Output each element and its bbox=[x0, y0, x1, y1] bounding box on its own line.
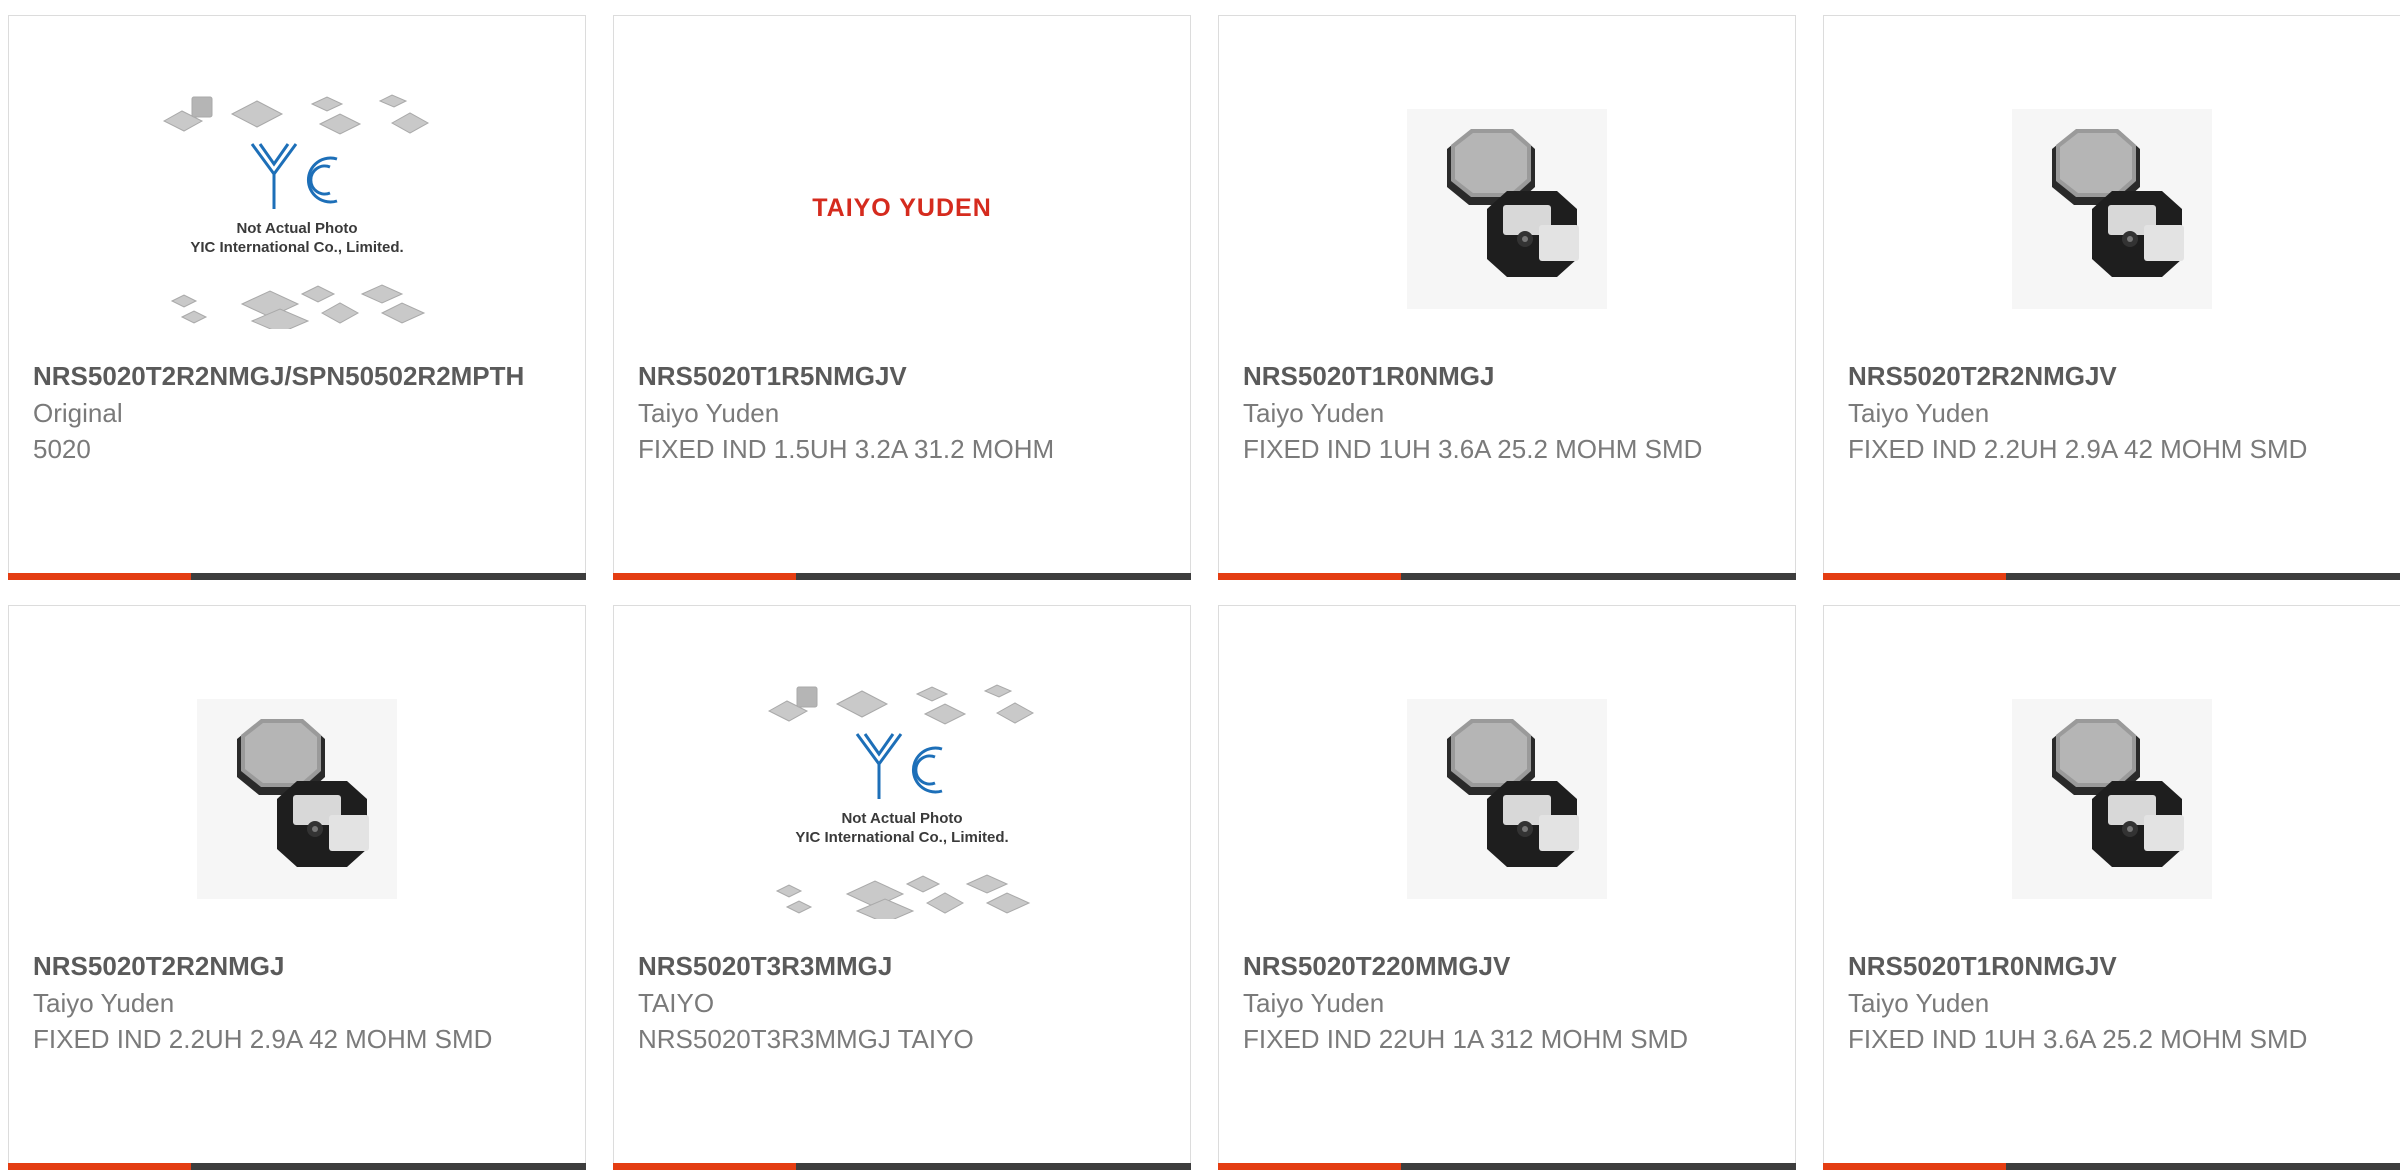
placeholder-line1: Not Actual Photo bbox=[236, 219, 358, 237]
brand-logo: TAIYO YUDEN bbox=[812, 194, 992, 222]
product-image[interactable] bbox=[1977, 61, 2247, 356]
product-info: NRS5020T220MMGJV Taiyo Yuden FIXED IND 22U… bbox=[1243, 947, 1785, 1057]
description: FIXED IND 1.5UH 3.2A 31.2 MOHM bbox=[638, 434, 1055, 464]
product-info: NRS5020T1R0NMGJV Taiyo Yuden FIXED IND 1UH… bbox=[1848, 947, 2390, 1057]
product-image[interactable] bbox=[1977, 651, 2247, 946]
product-info: NRS5020T3R3MMGJ TAIYO NRS5020T3R3MMGJ TAIY… bbox=[638, 947, 1180, 1057]
product-info: NRS5020T1R0NMGJ Taiyo Yuden FIXED IND 1UH … bbox=[1243, 357, 1785, 467]
inductor-photo-icon bbox=[2012, 698, 2212, 899]
manufacturer: Original bbox=[33, 398, 123, 428]
product-info: NRS5020T1R5NMGJV Taiyo Yuden FIXED IND 1.5… bbox=[638, 357, 1180, 467]
product-info: NRS5020T2R2NMGJ/SPN50502R2MPTH Original 50… bbox=[33, 357, 575, 467]
description: FIXED IND 1UH 3.6A 25.2 MOHM SMD bbox=[1848, 1024, 2308, 1054]
description: FIXED IND 22UH 1A 312 MOHM SMD bbox=[1243, 1024, 1688, 1054]
card-accent-bar bbox=[1823, 573, 2400, 580]
component-collage-icon bbox=[162, 93, 430, 329]
placeholder-line2: YIC International Co., Limited. bbox=[190, 238, 404, 256]
part-number[interactable]: NRS5020T2R2NMGJV bbox=[1848, 357, 2390, 395]
part-number[interactable]: NRS5020T1R0NMGJV bbox=[1848, 947, 2390, 985]
part-number[interactable]: NRS5020T2R2NMGJ/SPN50502R2MPTH bbox=[33, 357, 575, 395]
product-image[interactable]: TAIYO YUDEN bbox=[767, 61, 1037, 356]
description: 5020 bbox=[33, 434, 91, 464]
product-image[interactable]: Not Actual Photo YIC International Co., … bbox=[162, 61, 432, 356]
card-accent-segment bbox=[1218, 573, 1401, 580]
manufacturer: TAIYO bbox=[638, 988, 715, 1018]
not-actual-photo-placeholder: Not Actual Photo YIC International Co., … bbox=[162, 89, 432, 329]
inductor-photo-icon bbox=[1407, 698, 1607, 899]
product-card[interactable]: Not Actual Photo YIC International Co., … bbox=[8, 15, 586, 580]
not-actual-photo-placeholder: Not Actual Photo YIC International Co., … bbox=[767, 679, 1037, 919]
manufacturer: Taiyo Yuden bbox=[1243, 398, 1385, 428]
product-info: NRS5020T2R2NMGJ Taiyo Yuden FIXED IND 2.2U… bbox=[33, 947, 575, 1057]
manufacturer: Taiyo Yuden bbox=[33, 988, 175, 1018]
manufacturer: Taiyo Yuden bbox=[1848, 988, 1990, 1018]
product-image[interactable] bbox=[1372, 651, 1642, 946]
description: FIXED IND 2.2UH 2.9A 42 MOHM SMD bbox=[33, 1024, 493, 1054]
product-info: NRS5020T2R2NMGJV Taiyo Yuden FIXED IND 2.2… bbox=[1848, 357, 2390, 467]
product-image[interactable]: Not Actual Photo YIC International Co., … bbox=[767, 651, 1037, 946]
product-card[interactable]: NRS5020T2R2NMGJV Taiyo Yuden FIXED IND 2.2… bbox=[1823, 15, 2400, 580]
part-number[interactable]: NRS5020T1R5NMGJV bbox=[638, 357, 1180, 395]
inductor-photo-icon bbox=[197, 698, 397, 899]
product-image[interactable] bbox=[1372, 61, 1642, 356]
placeholder-line1: Not Actual Photo bbox=[841, 809, 963, 827]
product-card[interactable]: NRS5020T1R0NMGJ Taiyo Yuden FIXED IND 1UH … bbox=[1218, 15, 1796, 580]
description: FIXED IND 1UH 3.6A 25.2 MOHM SMD bbox=[1243, 434, 1703, 464]
product-card[interactable]: TAIYO YUDEN NRS5020T1R5NMGJV Taiyo Yuden FI… bbox=[613, 15, 1191, 580]
manufacturer: Taiyo Yuden bbox=[1848, 398, 1990, 428]
card-accent-segment bbox=[1823, 573, 2006, 580]
component-collage-icon bbox=[767, 683, 1035, 919]
manufacturer: Taiyo Yuden bbox=[1243, 988, 1385, 1018]
product-card[interactable]: NRS5020T1R0NMGJV Taiyo Yuden FIXED IND 1UH… bbox=[1823, 605, 2400, 1170]
card-accent-bar bbox=[613, 573, 1191, 580]
part-number[interactable]: NRS5020T1R0NMGJ bbox=[1243, 357, 1785, 395]
product-card[interactable]: NRS5020T2R2NMGJ Taiyo Yuden FIXED IND 2.2U… bbox=[8, 605, 586, 1170]
description: NRS5020T3R3MMGJ TAIYO bbox=[638, 1024, 974, 1054]
card-accent-bar bbox=[1218, 573, 1796, 580]
manufacturer: Taiyo Yuden bbox=[638, 398, 780, 428]
card-accent-segment bbox=[8, 573, 191, 580]
product-image[interactable] bbox=[162, 651, 432, 946]
card-accent-segment bbox=[613, 573, 796, 580]
part-number[interactable]: NRS5020T220MMGJV bbox=[1243, 947, 1785, 985]
inductor-photo-icon bbox=[1407, 108, 1607, 309]
card-accent-bar bbox=[8, 573, 586, 580]
product-card[interactable]: Not Actual Photo YIC International Co., … bbox=[613, 605, 1191, 1170]
placeholder-line2: YIC International Co., Limited. bbox=[795, 828, 1009, 846]
part-number[interactable]: NRS5020T3R3MMGJ bbox=[638, 947, 1180, 985]
part-number[interactable]: NRS5020T2R2NMGJ bbox=[33, 947, 575, 985]
description: FIXED IND 2.2UH 2.9A 42 MOHM SMD bbox=[1848, 434, 2308, 464]
product-card[interactable]: NRS5020T220MMGJV Taiyo Yuden FIXED IND 22U… bbox=[1218, 605, 1796, 1170]
inductor-photo-icon bbox=[2012, 108, 2212, 309]
